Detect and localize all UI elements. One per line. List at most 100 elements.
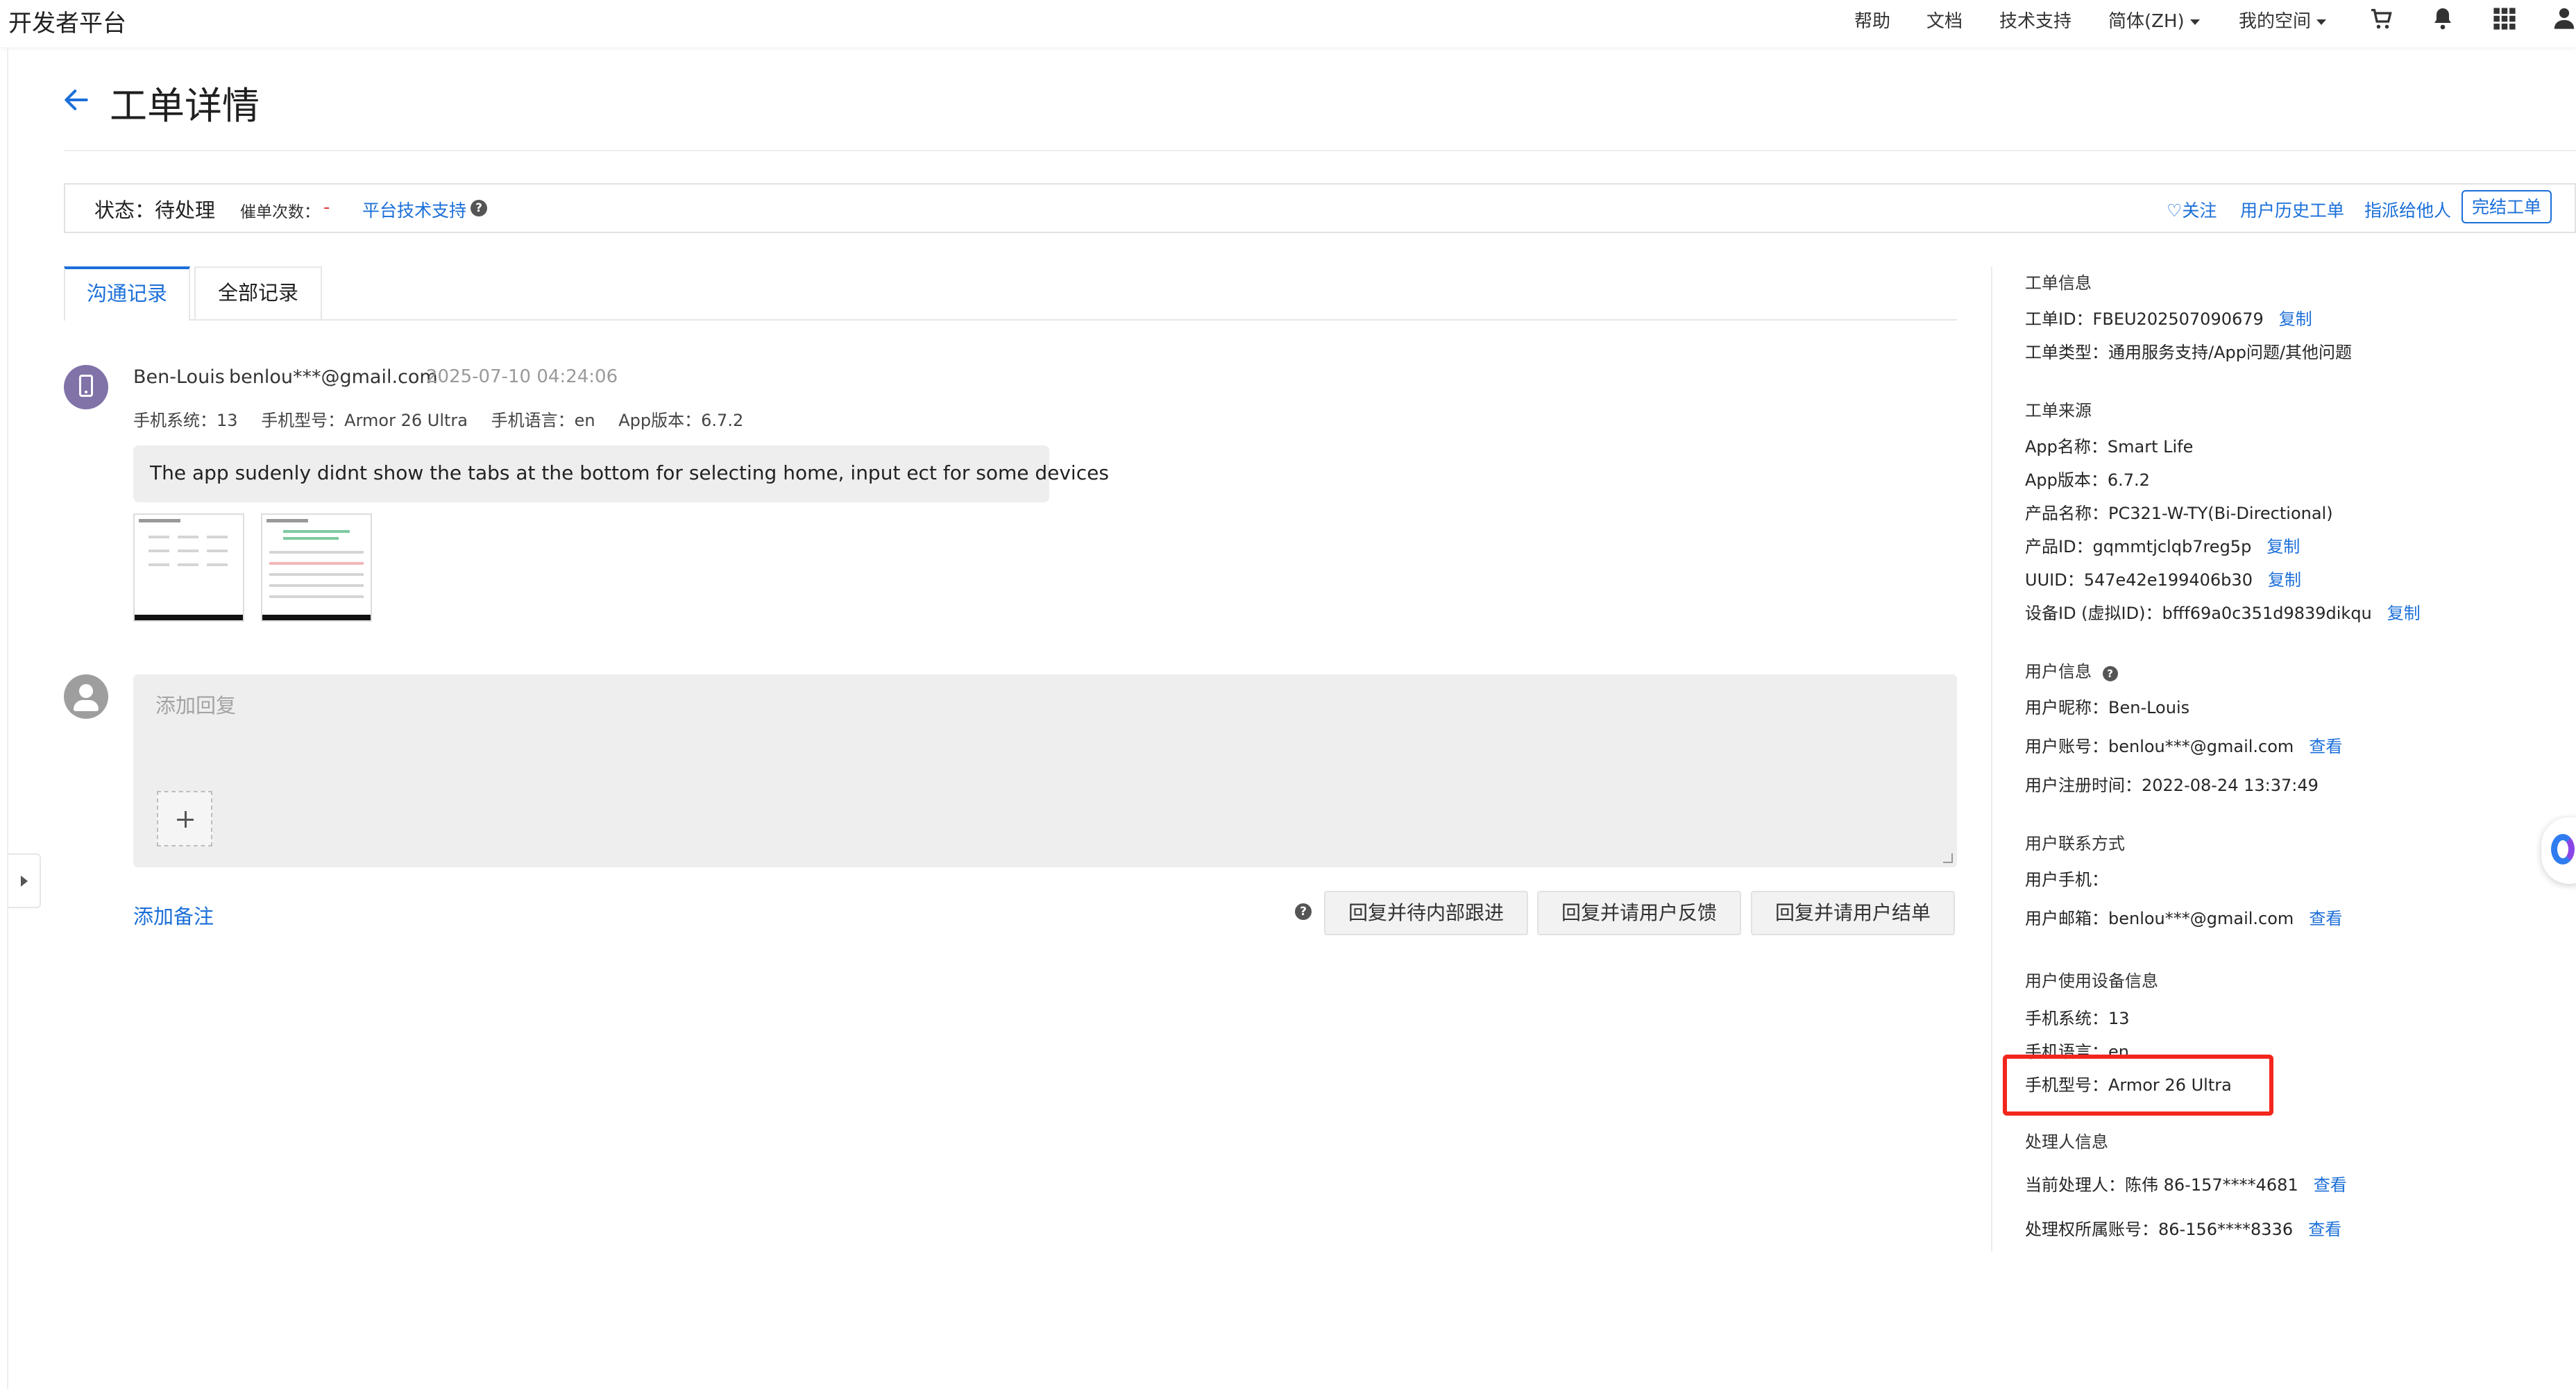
apps-grid-icon[interactable] <box>2493 7 2516 31</box>
user-avatar <box>64 674 108 719</box>
handler-info-heading: 处理人信息 <box>2025 1132 2108 1152</box>
view-link[interactable]: 查看 <box>2314 1175 2347 1195</box>
user-info-heading: 用户信息 ? <box>2025 658 2118 682</box>
cart-icon[interactable] <box>2369 7 2394 32</box>
top-nav-bar: 开发者平台 帮助 文档 技术支持 简体(ZH) 我的空间 <box>0 0 2576 47</box>
bell-icon[interactable] <box>2430 6 2455 32</box>
message-timestamp: 2025-07-10 04:24:06 <box>426 366 618 387</box>
nav-tech-support[interactable]: 技术支持 <box>1999 7 2071 33</box>
reply-request-close-button[interactable]: 回复并请用户结单 <box>1751 891 1955 935</box>
handler-owner-account: 处理权所属账号：86-156****8336 <box>2025 1220 2294 1239</box>
message-author: Ben-Louis <box>133 366 225 388</box>
reply-request-feedback-button[interactable]: 回复并请用户反馈 <box>1537 891 1741 935</box>
user-email-row: 用户邮箱：benlou***@gmail.com 查看 <box>2025 905 2342 929</box>
ticket-status: 状态：待处理 <box>94 198 216 222</box>
user-register-time: 用户注册时间：2022-08-24 13:37:49 <box>2025 776 2319 795</box>
message-bubble: The app sudenly didnt show the tabs at t… <box>133 445 1109 502</box>
device-id-row: 设备ID (虚拟ID)：bfff69a0c351d9839dikqu 复制 <box>2025 599 2421 624</box>
handler-owner-row: 处理权所属账号：86-156****8336 查看 <box>2025 1216 2341 1240</box>
nav-language-select[interactable]: 简体(ZH) <box>2108 7 2200 33</box>
sidebar-expand-button[interactable] <box>8 853 41 908</box>
user-nickname: 用户昵称：Ben-Louis <box>2025 698 2190 717</box>
tabs-divider <box>64 319 1957 321</box>
help-icon[interactable]: ? <box>1295 903 1312 920</box>
help-icon[interactable]: ? <box>2102 666 2118 681</box>
copy-link[interactable]: 复制 <box>2268 570 2301 590</box>
device-info-heading: 用户使用设备信息 <box>2025 971 2158 991</box>
view-link[interactable]: 查看 <box>2309 737 2342 756</box>
attachment-thumbnail[interactable] <box>261 513 372 622</box>
app-version: App版本：6.7.2 <box>2025 470 2150 490</box>
highlight-annotation-box <box>2003 1055 2273 1116</box>
platform-support-link[interactable]: 平台技术支持 <box>362 197 466 222</box>
attachment-thumbnail[interactable] <box>133 513 244 622</box>
assign-to-others-link[interactable]: 指派给他人 <box>2364 197 2451 222</box>
title-divider <box>64 150 2576 151</box>
message-email: benlou***@gmail.com <box>229 366 438 388</box>
user-contact-heading: 用户联系方式 <box>2025 834 2125 853</box>
reply-placeholder: 添加回复 <box>155 694 237 717</box>
urge-count-label: 催单次数： <box>240 203 320 221</box>
device-id: 设备ID (虚拟ID)：bfff69a0c351d9839dikqu <box>2025 604 2372 623</box>
back-arrow-icon[interactable] <box>61 85 92 115</box>
product-id-row: 产品ID：gqmmtjclqb7reg5p 复制 <box>2025 533 2300 557</box>
copy-link[interactable]: 复制 <box>2279 309 2312 329</box>
ticket-status-bar: 状态：待处理 催单次数： - 平台技术支持 ? ♡关注 用户历史工单 指派给他人… <box>64 183 2576 233</box>
ticket-source-heading: 工单来源 <box>2025 401 2092 420</box>
brand-logo-text[interactable]: 开发者平台 <box>8 4 126 38</box>
left-divider <box>7 47 8 1389</box>
ticket-type: 工单类型：通用服务支持/App问题/其他问题 <box>2025 343 2353 362</box>
reply-textarea[interactable]: 添加回复 <box>133 674 1957 867</box>
current-handler-row: 当前处理人：陈伟 86-157****4681 查看 <box>2025 1171 2347 1195</box>
chevron-down-icon <box>2316 19 2327 25</box>
product-id: 产品ID：gqmmtjclqb7reg5p <box>2025 537 2252 556</box>
meta-app-version: App版本：6.7.2 <box>618 411 744 430</box>
user-history-tickets-link[interactable]: 用户历史工单 <box>2240 197 2344 222</box>
ticket-id-row: 工单ID：FBEU202507090679 复制 <box>2025 305 2312 330</box>
phone-icon <box>79 375 93 397</box>
device-avatar <box>64 365 108 409</box>
follow-button[interactable]: ♡关注 <box>2167 197 2217 222</box>
message-device-meta: 手机系统：13 手机型号：Armor 26 Ultra 手机语言：en App版… <box>133 407 761 431</box>
user-avatar-icon[interactable] <box>2552 4 2576 32</box>
finish-ticket-button[interactable]: 完结工单 <box>2461 190 2552 223</box>
copy-link[interactable]: 复制 <box>2387 604 2421 623</box>
assistant-logo-icon <box>2551 834 2575 864</box>
user-info-heading-label: 用户信息 <box>2025 662 2092 681</box>
nav-my-space[interactable]: 我的空间 <box>2239 7 2327 33</box>
uuid: UUID：547e42e199406b30 <box>2025 570 2253 590</box>
uuid-row: UUID：547e42e199406b30 复制 <box>2025 566 2301 590</box>
user-email: 用户邮箱：benlou***@gmail.com <box>2025 909 2294 928</box>
user-account-row: 用户账号：benlou***@gmail.com 查看 <box>2025 733 2342 757</box>
floating-assistant-button[interactable] <box>2541 817 2576 884</box>
add-attachment-button[interactable] <box>157 791 212 846</box>
current-handler: 当前处理人：陈伟 86-157****4681 <box>2025 1175 2298 1195</box>
tab-communication-records[interactable]: 沟通记录 <box>64 266 190 321</box>
ticket-info-heading: 工单信息 <box>2025 273 2092 293</box>
urge-count-value: - <box>323 197 330 218</box>
copy-link[interactable]: 复制 <box>2266 537 2300 556</box>
ticket-id: 工单ID：FBEU202507090679 <box>2025 309 2264 329</box>
tab-all-records[interactable]: 全部记录 <box>194 266 322 321</box>
page-title: 工单详情 <box>110 84 260 128</box>
nav-help[interactable]: 帮助 <box>1854 7 1890 33</box>
chevron-down-icon <box>2189 19 2200 25</box>
app-name: App名称：Smart Life <box>2025 437 2194 457</box>
meta-model: 手机型号：Armor 26 Ultra <box>261 411 468 430</box>
device-os: 手机系统：13 <box>2025 1009 2130 1028</box>
nav-language-label: 简体(ZH) <box>2108 11 2185 32</box>
help-icon[interactable]: ? <box>471 200 487 216</box>
reply-internal-followup-button[interactable]: 回复并待内部跟进 <box>1324 891 1528 935</box>
meta-language: 手机语言：en <box>491 411 595 430</box>
product-name: 产品名称：PC321-W-TY(Bi-Directional) <box>2025 504 2333 523</box>
right-panel-divider <box>1991 266 1992 1252</box>
view-link[interactable]: 查看 <box>2309 909 2342 928</box>
meta-os: 手机系统：13 <box>133 411 238 430</box>
resize-handle[interactable] <box>1943 853 1953 863</box>
user-phone: 用户手机： <box>2025 870 2108 889</box>
nav-docs[interactable]: 文档 <box>1926 7 1963 33</box>
view-link[interactable]: 查看 <box>2308 1220 2341 1239</box>
nav-my-space-label: 我的空间 <box>2239 11 2312 32</box>
user-account: 用户账号：benlou***@gmail.com <box>2025 737 2294 756</box>
add-note-link[interactable]: 添加备注 <box>133 901 214 930</box>
